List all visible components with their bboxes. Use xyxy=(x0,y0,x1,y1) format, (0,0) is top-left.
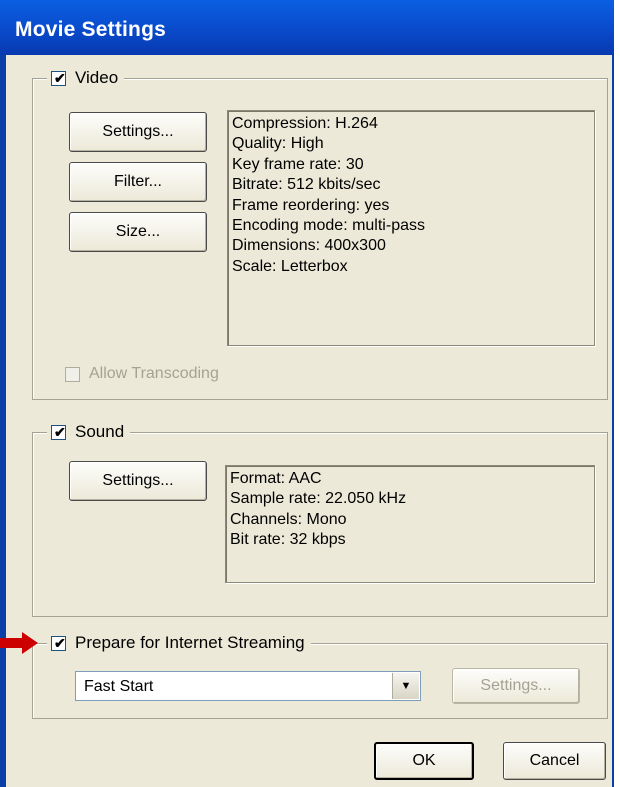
sound-checkbox[interactable]: ✔ xyxy=(51,423,66,440)
video-info-line: Scale: Letterbox xyxy=(232,257,348,275)
dropdown-arrow-icon[interactable]: ▼ xyxy=(392,673,419,699)
video-checkbox[interactable]: ✔ xyxy=(51,69,66,86)
video-info-box: Compression: H.264 Quality: High Key fra… xyxy=(227,110,595,346)
allow-transcoding-checkbox[interactable] xyxy=(65,366,80,382)
streaming-mode-dropdown[interactable]: Fast Start ▼ xyxy=(75,671,421,701)
sound-label: Sound xyxy=(75,422,125,441)
movie-settings-dialog: Movie Settings ✔ Video Settings... Filte… xyxy=(0,0,614,787)
streaming-group-header: ✔ Prepare for Internet Streaming xyxy=(47,630,311,656)
check-icon: ✔ xyxy=(54,423,66,440)
video-info-line: Encoding mode: multi-pass xyxy=(232,217,425,235)
sound-info-box: Format: AAC Sample rate: 22.050 kHz Chan… xyxy=(225,465,595,583)
window-border xyxy=(0,55,6,787)
allow-transcoding-label: Allow Transcoding xyxy=(89,365,219,382)
video-label: Video xyxy=(75,68,119,87)
sound-group-header: ✔ Sound xyxy=(47,419,131,445)
ok-button[interactable]: OK xyxy=(374,742,474,780)
title-bar[interactable]: Movie Settings xyxy=(0,0,614,55)
streaming-checkbox[interactable]: ✔ xyxy=(51,634,66,651)
cancel-button[interactable]: Cancel xyxy=(503,742,606,780)
sound-info-line: Channels: Mono xyxy=(230,510,347,528)
video-group-header: ✔ Video xyxy=(47,65,125,91)
check-icon: ✔ xyxy=(54,634,66,651)
red-arrow-icon xyxy=(0,632,38,654)
video-info-line: Dimensions: 400x300 xyxy=(232,237,386,255)
video-info-line: Quality: High xyxy=(232,135,324,153)
streaming-mode-value: Fast Start xyxy=(84,678,154,695)
video-filter-button[interactable]: Filter... xyxy=(69,162,207,202)
video-settings-button[interactable]: Settings... xyxy=(69,112,207,152)
sound-info-line: Sample rate: 22.050 kHz xyxy=(230,490,407,508)
allow-transcoding-option[interactable]: Allow Transcoding xyxy=(65,365,219,383)
streaming-label: Prepare for Internet Streaming xyxy=(75,633,305,652)
check-icon: ✔ xyxy=(54,69,66,86)
sound-settings-button[interactable]: Settings... xyxy=(69,461,207,501)
video-info-line: Frame reordering: yes xyxy=(232,196,390,214)
sound-info-line: Bit rate: 32 kbps xyxy=(230,531,346,549)
video-info-line: Key frame rate: 30 xyxy=(232,155,364,173)
streaming-settings-button[interactable]: Settings... xyxy=(452,668,580,704)
video-size-button[interactable]: Size... xyxy=(69,212,207,252)
video-info-line: Compression: H.264 xyxy=(232,115,378,132)
sound-info-line: Format: AAC xyxy=(230,470,322,487)
video-info-line: Bitrate: 512 kbits/sec xyxy=(232,176,381,194)
window-title: Movie Settings xyxy=(15,18,166,41)
